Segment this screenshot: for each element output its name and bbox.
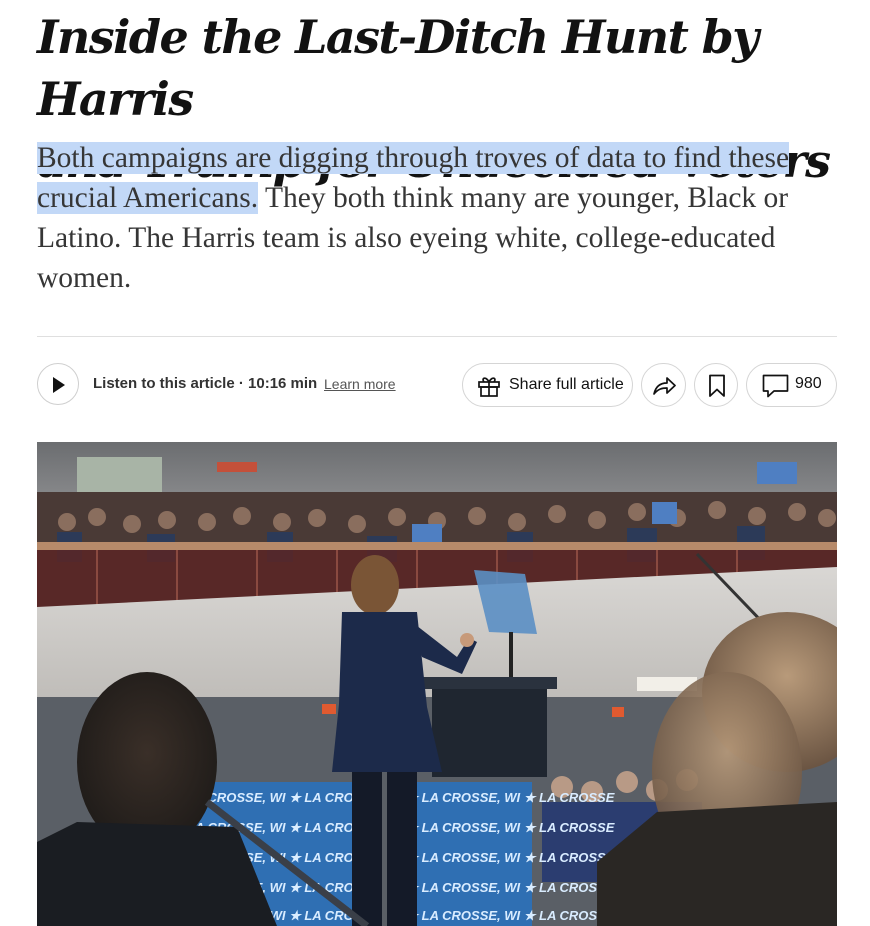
comment-count: 980: [795, 375, 822, 392]
headline-line-1: Inside the Last-Ditch Hunt by Harris: [37, 10, 759, 126]
divider: [37, 336, 837, 337]
bookmark-icon: [709, 374, 725, 397]
lead-photo: LA CROSSE, WI ★ LA CROSSE, WI ★ LA CROSS…: [37, 442, 837, 926]
learn-more-link[interactable]: Learn more: [324, 376, 396, 392]
article-summary: Both campaigns are digging through trove…: [37, 138, 837, 298]
share-button[interactable]: [641, 363, 686, 407]
listen-label: Listen to this article · 10:16 min: [93, 375, 318, 392]
play-icon: [53, 377, 65, 393]
play-button[interactable]: [37, 363, 79, 405]
save-button[interactable]: [694, 363, 738, 407]
comment-icon: [762, 374, 789, 398]
article-toolbar: Listen to this article · 10:16 min Learn…: [37, 363, 837, 407]
share-arrow-icon: [653, 377, 676, 395]
share-full-article-label: Share full article: [509, 376, 624, 393]
comments-button[interactable]: 980: [746, 363, 837, 407]
gift-icon: [478, 377, 500, 397]
share-full-article-button[interactable]: Share full article: [462, 363, 633, 407]
